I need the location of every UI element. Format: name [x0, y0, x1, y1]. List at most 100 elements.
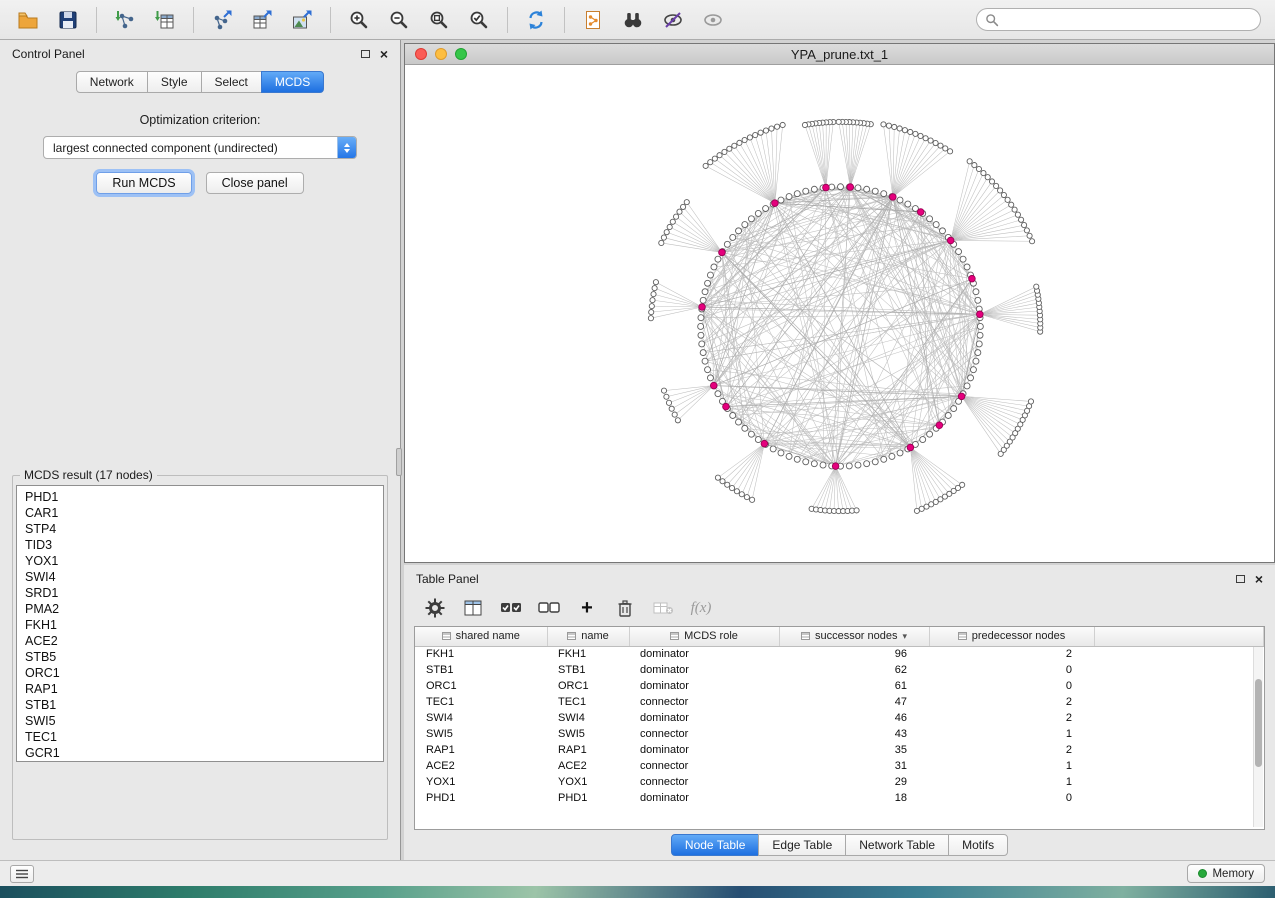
table-cell[interactable]: TEC1: [547, 694, 629, 710]
save-session-button[interactable]: [50, 4, 86, 36]
table-cell[interactable]: [1094, 694, 1264, 710]
table-cell[interactable]: 2: [929, 646, 1094, 662]
mcds-result-item[interactable]: YOX1: [17, 553, 383, 569]
table-cell[interactable]: TEC1: [415, 694, 547, 710]
show-graphics-details-button[interactable]: [695, 4, 731, 36]
table-cell[interactable]: 1: [929, 726, 1094, 742]
table-cell[interactable]: [1094, 790, 1264, 806]
mcds-result-item[interactable]: TEC1: [17, 729, 383, 745]
table-cell[interactable]: ORC1: [547, 678, 629, 694]
table-cell[interactable]: ORC1: [415, 678, 547, 694]
find-button[interactable]: [615, 4, 651, 36]
table-row-TEC1[interactable]: TEC1TEC1connector472: [415, 694, 1264, 710]
table-cell[interactable]: [1094, 774, 1264, 790]
table-row-FKH1[interactable]: FKH1FKH1dominator962: [415, 646, 1264, 662]
table-cell[interactable]: connector: [629, 774, 779, 790]
float-panel-icon[interactable]: [361, 50, 370, 58]
tab-edge-table[interactable]: Edge Table: [758, 834, 846, 856]
table-cell[interactable]: 46: [779, 710, 929, 726]
mcds-result-item[interactable]: STP4: [17, 521, 383, 537]
close-panel-button[interactable]: Close panel: [206, 172, 304, 194]
table-cell[interactable]: ACE2: [547, 758, 629, 774]
table-cell[interactable]: PHD1: [415, 790, 547, 806]
table-cell[interactable]: dominator: [629, 710, 779, 726]
panel-splitter-handle[interactable]: [396, 448, 402, 476]
close-window-icon[interactable]: [415, 48, 427, 60]
open-session-button[interactable]: [10, 4, 46, 36]
table-scrollbar-thumb[interactable]: [1255, 679, 1262, 767]
table-cell[interactable]: SWI5: [547, 726, 629, 742]
table-cell[interactable]: 2: [929, 694, 1094, 710]
tab-network[interactable]: Network: [76, 71, 148, 93]
table-cell[interactable]: 0: [929, 790, 1094, 806]
maximize-window-icon[interactable]: [455, 48, 467, 60]
table-cell[interactable]: 0: [929, 662, 1094, 678]
table-row-PHD1[interactable]: PHD1PHD1dominator180: [415, 790, 1264, 806]
task-history-button[interactable]: [10, 865, 34, 883]
memory-button[interactable]: Memory: [1187, 864, 1265, 883]
network-canvas[interactable]: [405, 65, 1274, 562]
tab-motifs[interactable]: Motifs: [948, 834, 1008, 856]
table-cell[interactable]: SWI4: [415, 710, 547, 726]
table-cell[interactable]: [1094, 662, 1264, 678]
table-cell[interactable]: YOX1: [547, 774, 629, 790]
show-columns-button[interactable]: [458, 594, 488, 622]
column-header-successor-nodes[interactable]: successor nodes▾: [779, 627, 929, 646]
mcds-result-list[interactable]: PHD1CAR1STP4TID3YOX1SWI4SRD1PMA2FKH1ACE2…: [16, 485, 384, 762]
table-cell[interactable]: RAP1: [547, 742, 629, 758]
tab-select[interactable]: Select: [201, 71, 262, 93]
refresh-view-button[interactable]: [518, 4, 554, 36]
table-cell[interactable]: connector: [629, 726, 779, 742]
table-cell[interactable]: [1094, 646, 1264, 662]
table-cell[interactable]: [1094, 726, 1264, 742]
table-cell[interactable]: [1094, 710, 1264, 726]
mcds-result-item[interactable]: STB1: [17, 697, 383, 713]
table-row-STB1[interactable]: STB1STB1dominator620: [415, 662, 1264, 678]
table-cell[interactable]: 96: [779, 646, 929, 662]
table-cell[interactable]: 47: [779, 694, 929, 710]
delete-table-button-disabled[interactable]: [648, 594, 678, 622]
mcds-result-item[interactable]: CAR1: [17, 505, 383, 521]
mcds-result-item[interactable]: SRD1: [17, 585, 383, 601]
select-all-rows-button[interactable]: [496, 594, 526, 622]
mcds-result-item[interactable]: PHD1: [17, 489, 383, 505]
table-scrollbar[interactable]: [1253, 647, 1263, 827]
table-cell[interactable]: 1: [929, 774, 1094, 790]
mcds-result-item[interactable]: GCR1: [17, 745, 383, 761]
table-cell[interactable]: SWI5: [415, 726, 547, 742]
minimize-window-icon[interactable]: [435, 48, 447, 60]
mcds-result-item[interactable]: SWI5: [17, 713, 383, 729]
export-network-button[interactable]: [204, 4, 240, 36]
function-builder-button[interactable]: f(x): [686, 594, 716, 622]
share-document-button[interactable]: [575, 4, 611, 36]
table-cell[interactable]: dominator: [629, 678, 779, 694]
export-image-button[interactable]: [284, 4, 320, 36]
mcds-result-item[interactable]: PMA2: [17, 601, 383, 617]
table-cell[interactable]: FKH1: [547, 646, 629, 662]
table-cell[interactable]: 29: [779, 774, 929, 790]
table-cell[interactable]: dominator: [629, 790, 779, 806]
mcds-result-item[interactable]: TID3: [17, 537, 383, 553]
close-panel-icon[interactable]: ×: [1255, 574, 1263, 584]
table-cell[interactable]: 2: [929, 742, 1094, 758]
tab-network-table[interactable]: Network Table: [845, 834, 949, 856]
table-cell[interactable]: 1: [929, 758, 1094, 774]
column-header-shared-name[interactable]: shared name: [415, 627, 547, 646]
table-cell[interactable]: 31: [779, 758, 929, 774]
zoom-out-button[interactable]: [381, 4, 417, 36]
table-row-SWI4[interactable]: SWI4SWI4dominator462: [415, 710, 1264, 726]
mcds-result-item[interactable]: ORC1: [17, 665, 383, 681]
table-row-YOX1[interactable]: YOX1YOX1connector291: [415, 774, 1264, 790]
table-cell[interactable]: PHD1: [547, 790, 629, 806]
column-header-MCDS-role[interactable]: MCDS role: [629, 627, 779, 646]
mcds-result-item[interactable]: ACE2: [17, 633, 383, 649]
table-cell[interactable]: 62: [779, 662, 929, 678]
table-row-ORC1[interactable]: ORC1ORC1dominator610: [415, 678, 1264, 694]
mcds-result-item[interactable]: SWI4: [17, 569, 383, 585]
tab-mcds[interactable]: MCDS: [261, 71, 324, 93]
table-cell[interactable]: dominator: [629, 646, 779, 662]
table-cell[interactable]: 61: [779, 678, 929, 694]
zoom-in-button[interactable]: [341, 4, 377, 36]
delete-column-button[interactable]: [610, 594, 640, 622]
column-header-name[interactable]: name: [547, 627, 629, 646]
